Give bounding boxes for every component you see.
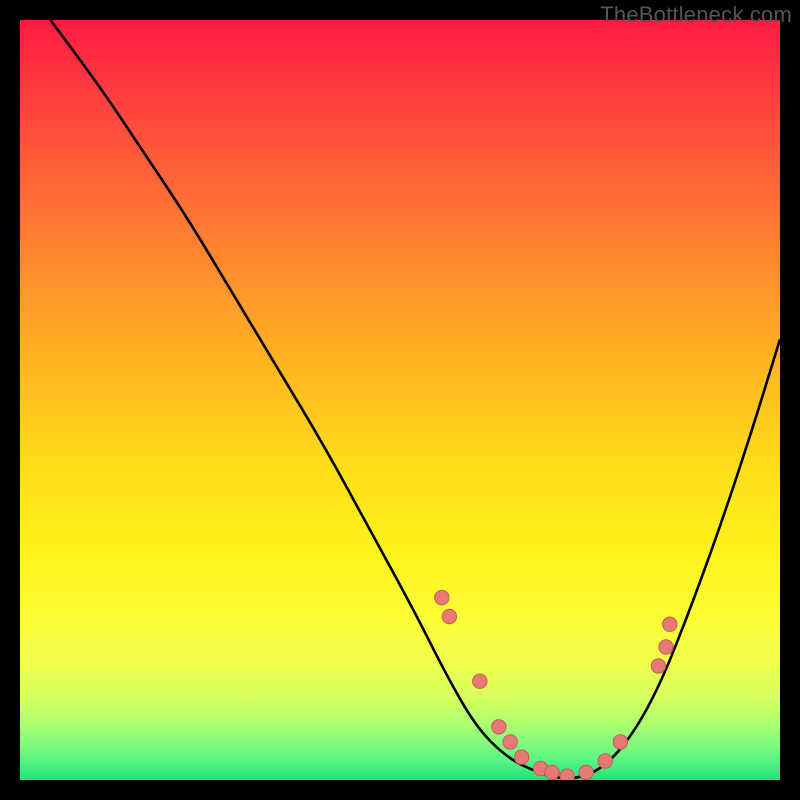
- chart-gradient-background: [20, 20, 780, 780]
- watermark-text: TheBottleneck.com: [600, 2, 792, 28]
- chart-frame: [20, 20, 780, 780]
